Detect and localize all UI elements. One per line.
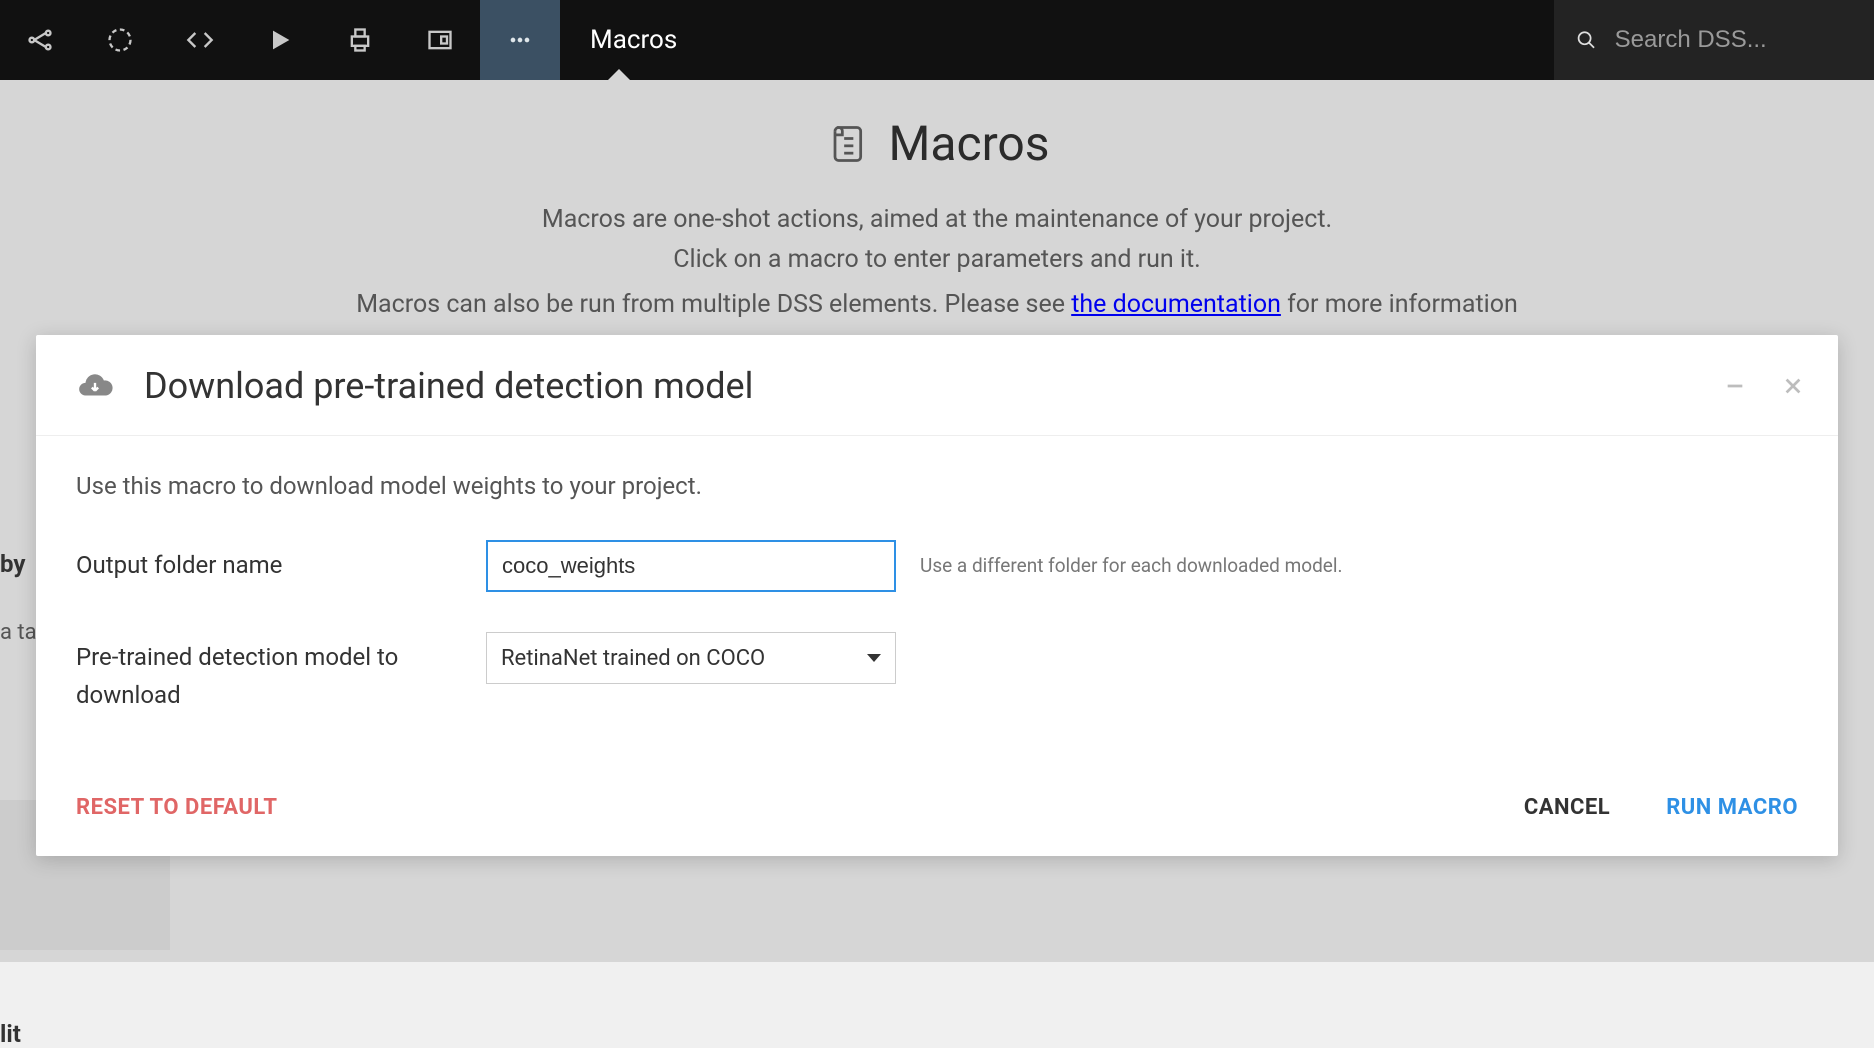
screen-icon[interactable]	[400, 0, 480, 80]
page-desc-line2: Click on a macro to enter parameters and…	[0, 240, 1874, 280]
model-selected-value: RetinaNet trained on COCO	[501, 646, 765, 671]
documentation-link[interactable]: the documentation	[1071, 290, 1281, 319]
search-input[interactable]	[1615, 26, 1852, 54]
macro-modal: Download pre-trained detection model Use…	[36, 335, 1838, 856]
topbar-title: Macros	[590, 25, 677, 55]
bg-fragment-by: by	[0, 550, 25, 578]
page-title-row: Macros	[0, 115, 1874, 172]
modal-intro: Use this macro to download model weights…	[76, 472, 1798, 500]
reset-button[interactable]: RESET TO DEFAULT	[76, 795, 277, 820]
bg-fragment-ata: a ta	[0, 620, 37, 645]
output-folder-row: Output folder name Use a different folde…	[76, 540, 1798, 592]
toolbar-icons	[0, 0, 560, 80]
modal-controls	[1724, 375, 1804, 401]
modal-footer: RESET TO DEFAULT CANCEL RUN MACRO	[36, 775, 1838, 856]
close-button[interactable]	[1782, 375, 1804, 401]
model-label: Pre-trained detection model to download	[76, 632, 486, 715]
output-folder-label: Output folder name	[76, 540, 486, 584]
print-icon[interactable]	[320, 0, 400, 80]
modal-header: Download pre-trained detection model	[36, 335, 1838, 436]
modal-body: Use this macro to download model weights…	[36, 436, 1838, 775]
topbar: Macros	[0, 0, 1874, 80]
circle-icon[interactable]	[80, 0, 160, 80]
output-folder-input[interactable]	[486, 540, 896, 592]
page-title: Macros	[888, 115, 1049, 172]
output-folder-hint: Use a different folder for each download…	[920, 540, 1343, 577]
play-icon[interactable]	[240, 0, 320, 80]
topbar-title-wrap: Macros	[560, 0, 677, 80]
bg-fragment-lit: lit	[0, 1020, 21, 1048]
cancel-button[interactable]: CANCEL	[1524, 795, 1610, 820]
page-cut-right: for more information	[1281, 290, 1518, 319]
cloud-download-icon	[76, 367, 114, 405]
page-desc-line1: Macros are one-shot actions, aimed at th…	[0, 200, 1874, 240]
flow-icon[interactable]	[0, 0, 80, 80]
run-macro-button[interactable]: RUN MACRO	[1666, 795, 1798, 820]
search-icon	[1576, 28, 1597, 52]
minimize-button[interactable]	[1724, 375, 1746, 401]
model-select[interactable]: RetinaNet trained on COCO	[486, 632, 896, 684]
page-cut-line: Macros can also be run from multiple DSS…	[0, 290, 1874, 319]
chevron-down-icon	[867, 654, 881, 662]
page-cut-left: Macros can also be run from multiple DSS…	[356, 290, 1071, 319]
more-icon[interactable]	[480, 0, 560, 80]
search-wrap[interactable]	[1554, 0, 1874, 80]
page-description: Macros are one-shot actions, aimed at th…	[0, 200, 1874, 280]
footer-right: CANCEL RUN MACRO	[1524, 795, 1798, 820]
scroll-icon	[824, 122, 868, 166]
modal-title: Download pre-trained detection model	[144, 365, 753, 407]
model-row: Pre-trained detection model to download …	[76, 632, 1798, 715]
code-icon[interactable]	[160, 0, 240, 80]
